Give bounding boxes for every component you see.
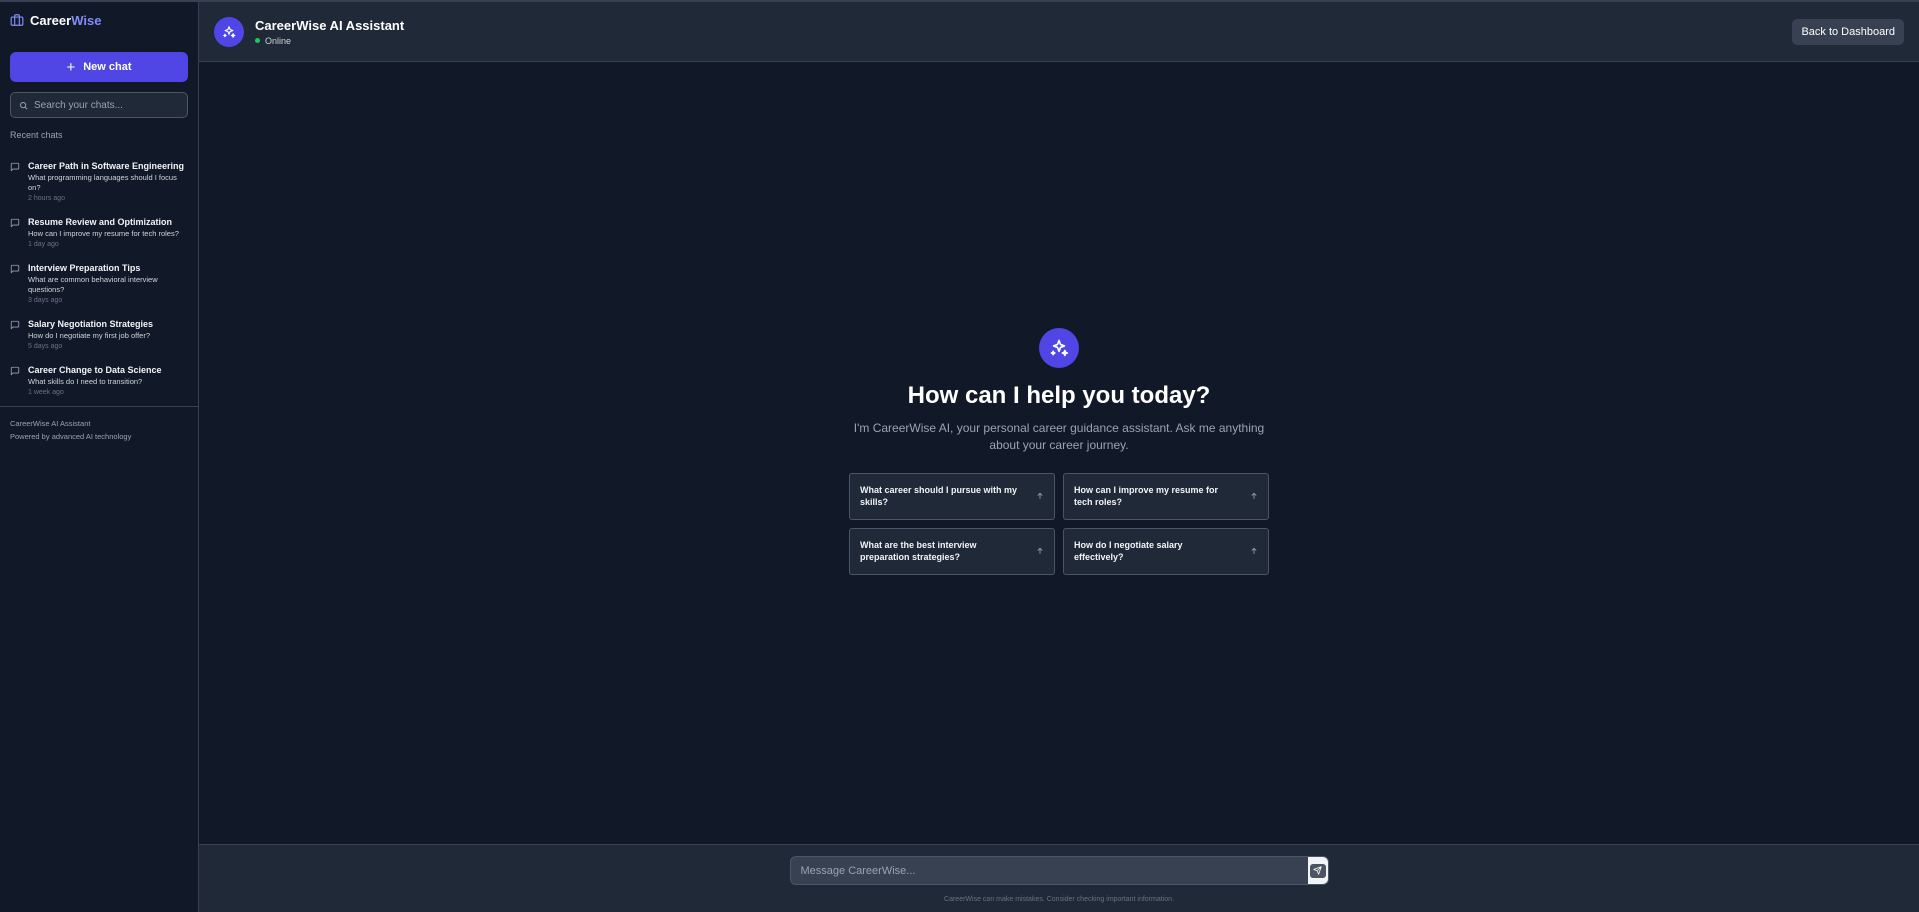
arrow-up-icon <box>1251 547 1257 555</box>
chat-header: CareerWise AI Assistant Online Back to D… <box>199 2 1919 62</box>
online-dot-icon <box>255 38 260 43</box>
message-icon <box>10 162 20 172</box>
suggestion-card[interactable]: How do I negotiate salary effectively? <box>1063 527 1269 575</box>
chat-title: Career Path in Software Engineering <box>28 161 185 171</box>
suggestion-text: How can I improve my resume for tech rol… <box>1074 485 1219 507</box>
assistant-name: CareerWise AI Assistant <box>255 17 405 33</box>
message-icon <box>10 264 20 274</box>
arrow-up-icon <box>1037 492 1043 500</box>
sidebar: CareerWise + New chat Recent chats Caree… <box>0 2 199 912</box>
assistant-avatar <box>214 16 244 47</box>
chat-preview: What programming languages should I focu… <box>28 173 177 192</box>
chat-preview: What are common behavioral interview que… <box>28 275 158 294</box>
message-icon <box>10 366 20 376</box>
chat-time: 1 week ago <box>28 389 64 396</box>
chat-title: Interview Preparation Tips <box>28 263 141 273</box>
brand-logo[interactable]: CareerWise <box>0 2 198 38</box>
search-icon <box>20 101 28 109</box>
message-icon <box>10 320 20 330</box>
brand-name: CareerWise <box>30 13 101 28</box>
chat-item-body: Interview Preparation Tips What are comm… <box>28 262 188 304</box>
welcome-subtitle: I'm CareerWise AI, your personal career … <box>853 420 1265 452</box>
disclaimer-text: CareerWise can make mistakes. Consider c… <box>944 896 1174 903</box>
suggestion-text: What career should I pursue with my skil… <box>860 485 1018 507</box>
suggestion-text: How do I negotiate salary effectively? <box>1074 540 1183 562</box>
suggestion-card[interactable]: What are the best interview preparation … <box>849 527 1055 575</box>
suggestion-grid: What career should I pursue with my skil… <box>849 472 1269 575</box>
arrow-up-icon <box>1251 492 1257 500</box>
suggestion-text: What are the best interview preparation … <box>860 540 977 562</box>
assistant-status: Online <box>255 36 404 46</box>
sidebar-footer: CareerWise AI Assistant Powered by advan… <box>0 406 198 443</box>
chat-time: 2 hours ago <box>28 195 65 202</box>
hero-avatar <box>1039 327 1079 368</box>
footer-tagline: Powered by advanced AI technology <box>10 432 132 441</box>
welcome-title: How can I help you today? <box>907 381 1211 409</box>
chat-item-interview-prep[interactable]: Interview Preparation Tips What are comm… <box>10 262 188 304</box>
chat-item-body: Resume Review and Optimization How can I… <box>28 216 188 248</box>
plus-icon: + <box>66 58 76 76</box>
suggestion-card[interactable]: How can I improve my resume for tech rol… <box>1063 472 1269 520</box>
app-root: CareerWise + New chat Recent chats Caree… <box>0 0 1919 912</box>
chat-item-body: Career Path in Software Engineering What… <box>28 160 188 202</box>
brand-name-part2: Wise <box>71 12 102 28</box>
back-to-dashboard-button[interactable]: Back to Dashboard <box>1792 18 1904 45</box>
assistant-info: CareerWise AI Assistant Online <box>255 18 404 46</box>
message-input[interactable] <box>790 864 1328 877</box>
message-icon <box>10 218 20 228</box>
suggestion-card[interactable]: What career should I pursue with my skil… <box>849 472 1055 520</box>
recent-chats-heading: Recent chats <box>10 130 63 140</box>
send-icon <box>1313 866 1322 875</box>
chat-preview: How do I negotiate my first job offer? <box>28 331 151 340</box>
footer-app-name: CareerWise AI Assistant <box>10 419 91 428</box>
chat-item-body: Career Change to Data Science What skill… <box>28 364 188 396</box>
search-box <box>10 92 188 118</box>
chat-title: Resume Review and Optimization <box>28 217 173 227</box>
chat-list: Career Path in Software Engineering What… <box>0 160 198 410</box>
chat-item-resume-review[interactable]: Resume Review and Optimization How can I… <box>10 216 188 248</box>
briefcase-icon <box>10 14 24 26</box>
send-button-inner <box>1309 863 1326 878</box>
new-chat-label: New chat <box>83 61 132 73</box>
chat-main: CareerWise AI Assistant Online Back to D… <box>199 2 1919 912</box>
chat-preview: What skills do I need to transition? <box>28 377 143 386</box>
search-input[interactable] <box>34 99 179 111</box>
new-chat-button[interactable]: + New chat <box>10 52 188 82</box>
sparkles-icon <box>223 25 236 38</box>
send-button[interactable] <box>1307 857 1328 884</box>
message-composer: CareerWise can make mistakes. Consider c… <box>199 844 1919 912</box>
chat-time: 1 day ago <box>28 241 59 248</box>
chat-title: Salary Negotiation Strategies <box>28 319 154 329</box>
chat-item-salary-negotiation[interactable]: Salary Negotiation Strategies How do I n… <box>10 318 188 350</box>
chat-preview: How can I improve my resume for tech rol… <box>28 229 179 238</box>
chat-time: 5 days ago <box>28 343 63 350</box>
welcome-panel: How can I help you today? I'm CareerWise… <box>199 62 1919 844</box>
chat-title: Career Change to Data Science <box>28 365 162 375</box>
chat-item-body: Salary Negotiation Strategies How do I n… <box>28 318 188 350</box>
chat-item-software-engineering[interactable]: Career Path in Software Engineering What… <box>10 160 188 202</box>
arrow-up-icon <box>1037 547 1043 555</box>
chat-item-data-science[interactable]: Career Change to Data Science What skill… <box>10 364 188 396</box>
sparkles-icon <box>1050 339 1069 356</box>
chat-time: 3 days ago <box>28 297 63 304</box>
message-input-wrapper <box>789 856 1329 885</box>
brand-name-part1: Career <box>30 12 72 28</box>
status-text: Online <box>265 35 292 46</box>
